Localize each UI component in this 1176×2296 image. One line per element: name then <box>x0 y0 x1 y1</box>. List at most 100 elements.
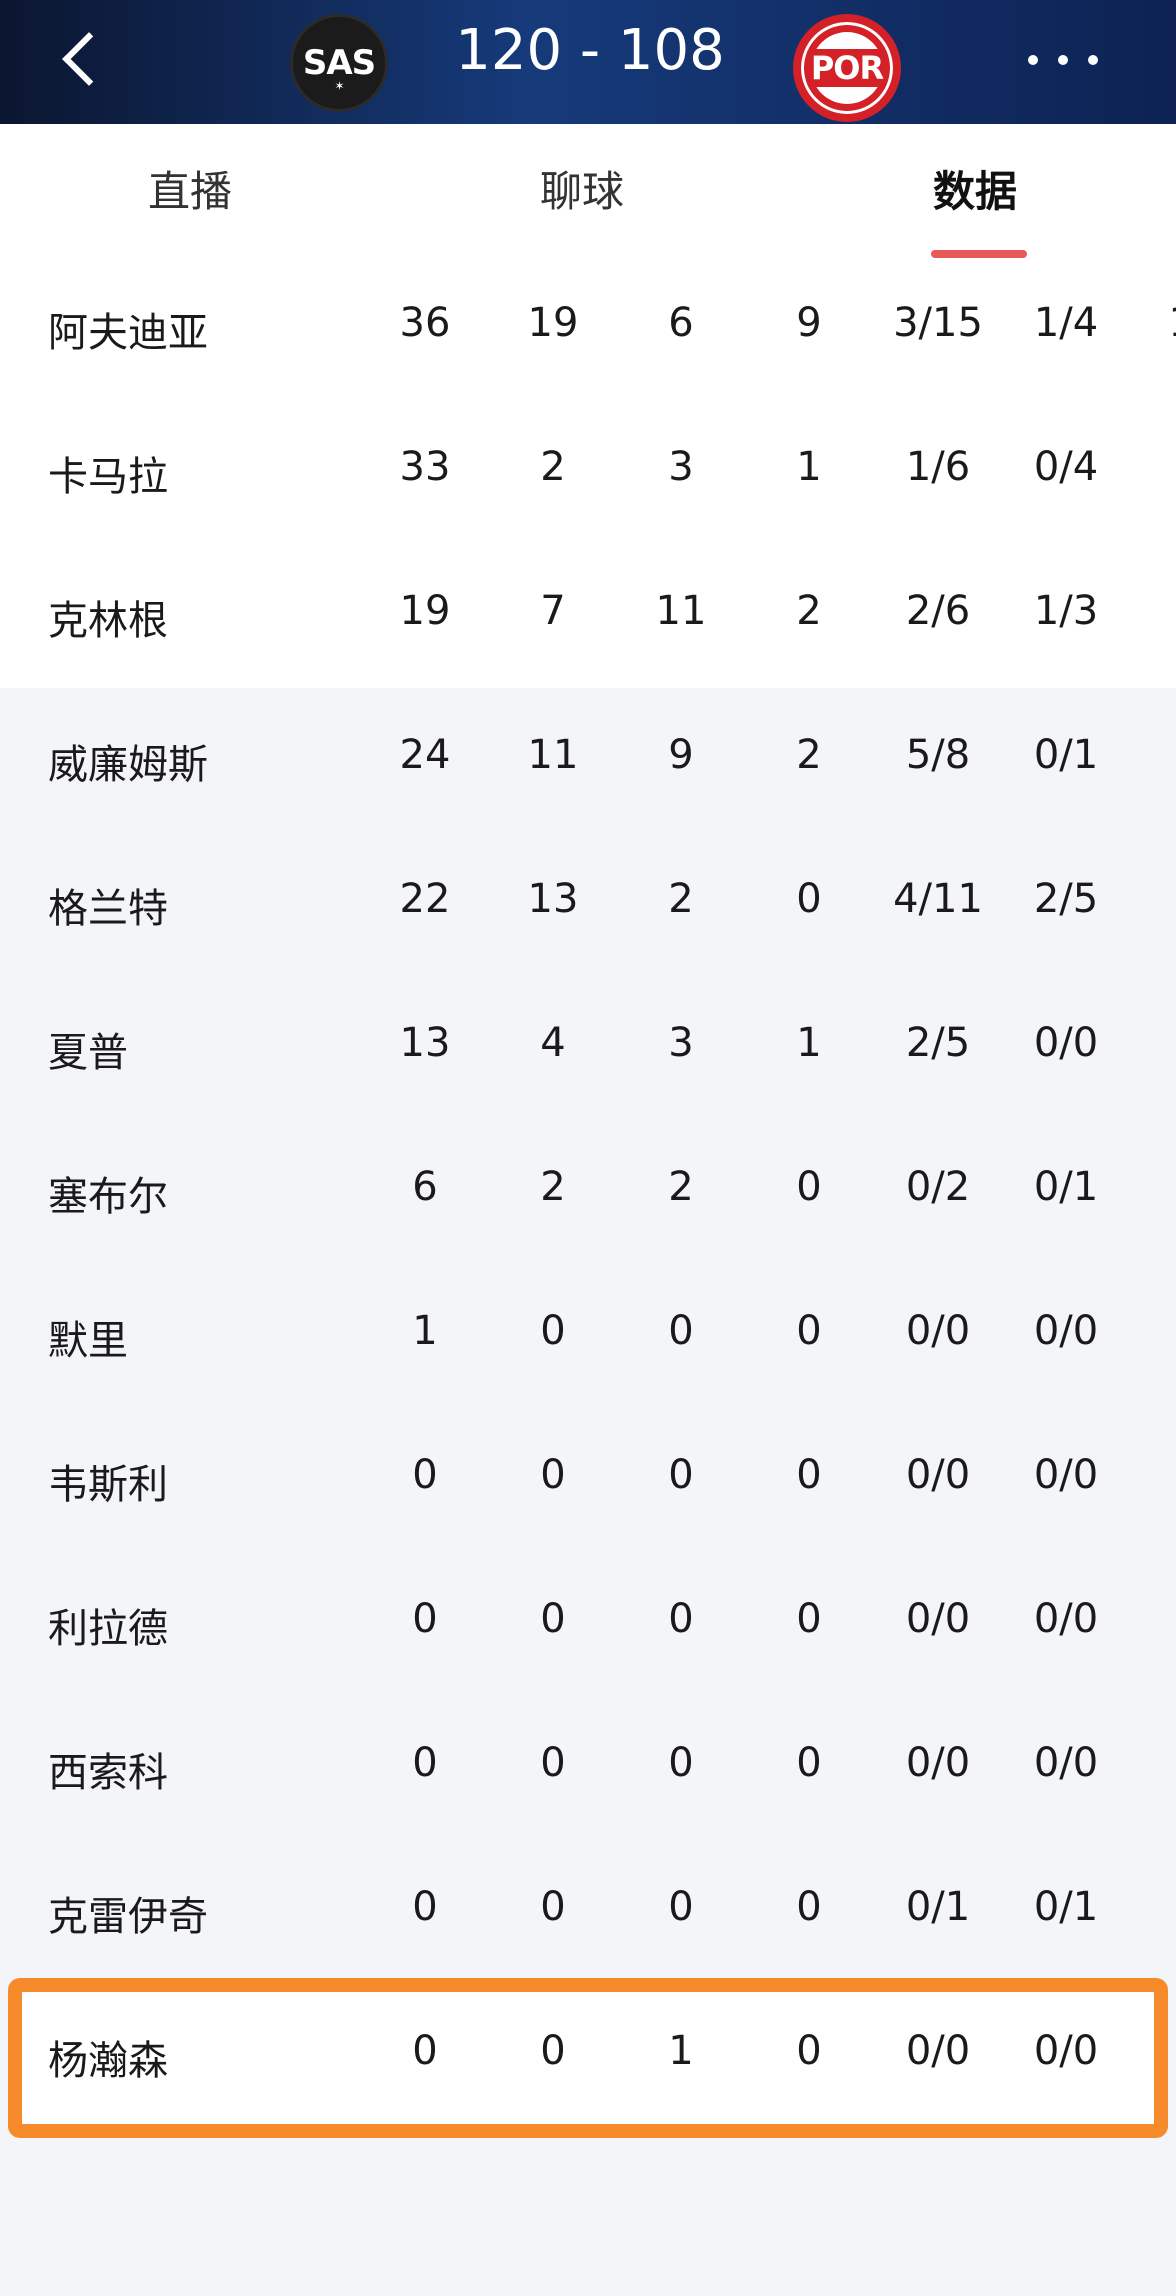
player-stat: 0 <box>412 1596 438 1642</box>
home-team-abbr: SAS <box>302 43 376 83</box>
spurs-star-icon: ✶ <box>334 79 344 93</box>
player-row[interactable]: 西索科 0 0 0 0 0/0 0/0 0 <box>0 1700 1176 1844</box>
player-stat: 36 <box>399 300 451 346</box>
player-stat: 0 <box>796 876 822 922</box>
player-stat: 0/0 <box>905 1596 971 1642</box>
player-row[interactable]: 夏普 13 4 3 1 2/5 0/0 0 <box>0 980 1176 1124</box>
player-stat: 0 <box>668 1452 694 1498</box>
more-icon[interactable] <box>1028 40 1098 80</box>
player-stat: 0 <box>796 2028 822 2074</box>
player-stat: 0 <box>796 1884 822 1930</box>
player-row[interactable]: 韦斯利 0 0 0 0 0/0 0/0 0 <box>0 1412 1176 1556</box>
player-name: 威廉姆斯 <box>48 742 208 788</box>
player-stat: 0 <box>1134 444 1176 490</box>
player-name: 克雷伊奇 <box>48 1894 208 1940</box>
player-stat: 19 <box>527 300 579 346</box>
player-stat: 3/15 <box>893 300 983 346</box>
player-stat: 22 <box>399 876 451 922</box>
player-stat: 0 <box>668 1884 694 1930</box>
player-stat: 1 <box>1134 732 1176 778</box>
player-row[interactable]: 克林根 19 7 11 2 2/6 1/3 2 <box>0 548 1176 692</box>
player-stat: 0 <box>1134 1308 1176 1354</box>
player-stat: 0 <box>796 1164 822 1210</box>
player-stat: 0/0 <box>1033 1740 1099 1786</box>
player-stat: 13 <box>399 1020 451 1066</box>
player-stat: 0 <box>412 1452 438 1498</box>
player-stat: 2 <box>668 876 694 922</box>
player-name: 利拉德 <box>48 1606 168 1652</box>
player-row[interactable]: 克雷伊奇 0 0 0 0 0/1 0/1 0 <box>0 1844 1176 1988</box>
player-stat: 1 <box>668 2028 694 2074</box>
player-stat: 0 <box>412 1740 438 1786</box>
player-stat: 0/0 <box>905 1308 971 1354</box>
player-stat: 3 <box>1134 876 1176 922</box>
player-row[interactable]: 卡马拉 33 2 3 1 1/6 0/4 0 <box>0 404 1176 548</box>
player-stat: 0/0 <box>1033 2028 1099 2074</box>
player-stat: 0 <box>1134 1596 1176 1642</box>
player-row[interactable]: 杨瀚森 0 0 1 0 0/0 0/0 <box>0 1988 1176 2132</box>
player-stat: 0/4 <box>1033 444 1099 490</box>
tab-bar: 直播 聊球 数据 <box>0 124 1176 260</box>
player-stat: 0 <box>668 1596 694 1642</box>
player-stat: 3 <box>668 444 694 490</box>
player-name: 阿夫迪亚 <box>48 310 208 356</box>
active-tab-indicator <box>931 250 1027 258</box>
player-row[interactable]: 塞布尔 6 2 2 0 0/2 0/1 2 <box>0 1124 1176 1268</box>
player-stat: 2 <box>1134 588 1176 634</box>
player-name: 杨瀚森 <box>48 2038 168 2084</box>
player-stat: 9 <box>668 732 694 778</box>
player-stat: 13 <box>527 876 579 922</box>
player-stat: 4/11 <box>893 876 983 922</box>
player-stat: 6 <box>412 1164 438 1210</box>
player-row[interactable]: 利拉德 0 0 0 0 0/0 0/0 0 <box>0 1556 1176 1700</box>
player-stat: 12 <box>1134 300 1176 346</box>
player-stat: 0 <box>540 1596 566 1642</box>
player-stat: 0 <box>668 1740 694 1786</box>
player-stat: 0 <box>796 1452 822 1498</box>
player-stat: 2 <box>540 444 566 490</box>
player-stat: 0 <box>540 1308 566 1354</box>
player-row[interactable]: 默里 1 0 0 0 0/0 0/0 0 <box>0 1268 1176 1412</box>
player-stat: 0/0 <box>1033 1596 1099 1642</box>
player-stat: 2/6 <box>905 588 971 634</box>
player-name: 韦斯利 <box>48 1462 168 1508</box>
player-row[interactable]: 阿夫迪亚 36 19 6 9 3/15 1/4 12 <box>0 260 1176 404</box>
home-team-logo[interactable]: SAS ✶ <box>290 14 388 112</box>
player-stat: 1 <box>796 1020 822 1066</box>
player-stat: 0 <box>796 1596 822 1642</box>
tab-live[interactable]: 直播 <box>148 158 232 219</box>
player-stat: 0/0 <box>905 1740 971 1786</box>
player-row[interactable]: 威廉姆斯 24 11 9 2 5/8 0/1 1 <box>0 692 1176 836</box>
player-stat: 0 <box>540 1740 566 1786</box>
player-stat: 11 <box>655 588 707 634</box>
player-stat: 0 <box>1134 1884 1176 1930</box>
away-team-logo[interactable]: POR <box>793 14 901 122</box>
player-stat: 9 <box>796 300 822 346</box>
player-stat: 0 <box>412 1884 438 1930</box>
tab-chat[interactable]: 聊球 <box>540 158 624 219</box>
player-stat: 2 <box>796 732 822 778</box>
player-stat: 0 <box>668 1308 694 1354</box>
game-header: SAS ✶ 120 - 108 POR <box>0 0 1176 124</box>
player-name: 卡马拉 <box>48 454 168 500</box>
tab-stats[interactable]: 数据 <box>933 158 1017 219</box>
back-icon[interactable] <box>52 26 112 96</box>
player-stat: 2 <box>1134 1164 1176 1210</box>
player-stat: 1/6 <box>905 444 971 490</box>
player-stat: 3 <box>668 1020 694 1066</box>
player-stat: 2 <box>540 1164 566 1210</box>
away-team-abbr: POR <box>806 49 888 87</box>
player-stat: 6 <box>668 300 694 346</box>
player-row[interactable]: 格兰特 22 13 2 0 4/11 2/5 3 <box>0 836 1176 980</box>
player-name: 格兰特 <box>48 886 168 932</box>
player-stat: 0/2 <box>905 1164 971 1210</box>
player-stat: 1/4 <box>1033 300 1099 346</box>
player-stat: 2 <box>668 1164 694 1210</box>
player-name: 克林根 <box>48 598 168 644</box>
player-stat: 2/5 <box>905 1020 971 1066</box>
player-stat: 0/0 <box>1033 1452 1099 1498</box>
player-stat: 1 <box>796 444 822 490</box>
player-stat: 0/1 <box>1033 732 1099 778</box>
player-name: 夏普 <box>48 1030 128 1076</box>
player-name: 塞布尔 <box>48 1174 168 1220</box>
